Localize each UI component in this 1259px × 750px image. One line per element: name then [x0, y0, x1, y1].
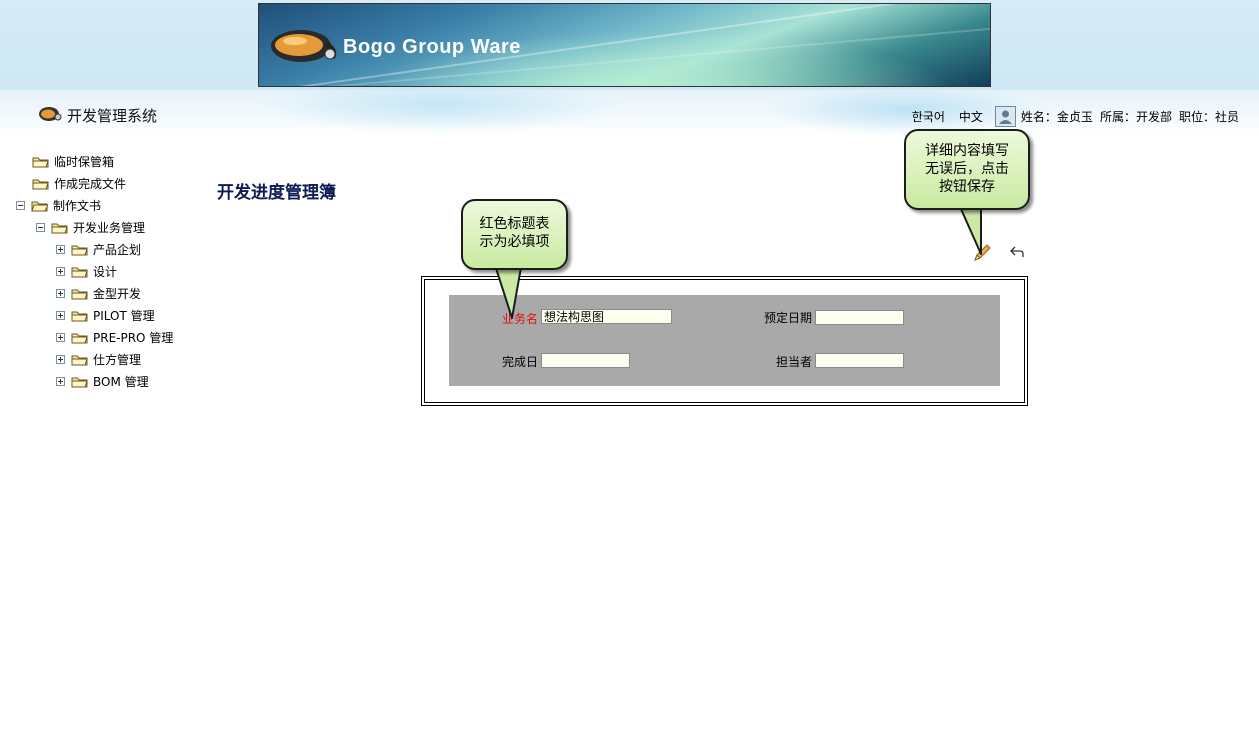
callout-bubble: 红色标题表 示为必填项 — [461, 199, 568, 270]
tree-item-label: 产品企划 — [93, 243, 142, 257]
folder-icon — [71, 311, 88, 322]
tree-item-design[interactable]: 设计 — [56, 263, 117, 280]
goggles-logo-icon — [271, 30, 337, 62]
completion-date-input[interactable] — [541, 353, 630, 368]
tree-item-completed-docs[interactable]: 作成完成文件 — [32, 175, 126, 192]
expand-toggle-icon[interactable] — [56, 267, 65, 276]
folder-icon — [32, 157, 49, 168]
expand-toggle-icon[interactable] — [56, 289, 65, 298]
tree-item-spec[interactable]: 仕方管理 — [56, 351, 141, 368]
planned-date-label: 预定日期 — [763, 311, 812, 325]
form-panel — [449, 295, 1000, 386]
callout-tail — [493, 262, 523, 319]
collapse-toggle-icon[interactable] — [16, 201, 25, 210]
back-arrow-icon[interactable] — [1010, 246, 1024, 258]
folder-icon — [71, 245, 88, 256]
expand-toggle-icon[interactable] — [56, 377, 65, 386]
folder-icon — [71, 333, 88, 344]
system-title: 开发管理系统 — [67, 107, 158, 125]
tree-item-pre-pro[interactable]: PRE-PRO 管理 — [56, 329, 173, 346]
name-label: 姓名： — [1020, 110, 1057, 124]
tree-item-label: 开发业务管理 — [73, 221, 146, 235]
callout-line: 红色标题表 — [479, 216, 550, 232]
callout-line: 按钮保存 — [939, 179, 995, 195]
callout-line: 无误后，点击 — [925, 161, 1009, 177]
planned-date-input[interactable] — [815, 310, 904, 325]
tree-item-label: 设计 — [93, 265, 118, 279]
tree-item-temp-storage[interactable]: 临时保管箱 — [32, 153, 114, 170]
dept-value: 开发部 — [1135, 110, 1172, 124]
expand-toggle-icon[interactable] — [56, 311, 65, 320]
user-info-bar: 한국어 中文 姓名： 金贞玉 所属： 开发部 职位： 社员 — [912, 106, 1239, 127]
folder-icon — [71, 377, 88, 388]
tree-item-mold-dev[interactable]: 金型开发 — [56, 285, 141, 302]
collapse-toggle-icon[interactable] — [36, 223, 45, 232]
folder-icon — [71, 355, 88, 366]
tree-item-label: 仕方管理 — [93, 353, 142, 367]
banner: Bogo Group Ware — [258, 3, 991, 87]
tree-item-label: PRE-PRO 管理 — [93, 331, 174, 345]
callout-line: 详细内容填写 — [925, 143, 1009, 159]
tree-item-label: 金型开发 — [93, 287, 142, 301]
expand-toggle-icon[interactable] — [56, 333, 65, 342]
tree-item-label: BOM 管理 — [93, 375, 149, 389]
page-title: 开发进度管理簿 — [217, 183, 336, 203]
tree-item-create-docs[interactable]: 制作文书 — [16, 197, 101, 214]
tree-item-label: PILOT 管理 — [93, 309, 155, 323]
position-value: 社员 — [1214, 110, 1239, 124]
tree-item-dev-business[interactable]: 开发业务管理 — [36, 219, 145, 236]
completion-date-label: 完成日 — [501, 355, 538, 369]
goggles-icon — [39, 107, 62, 121]
tree-item-product-planning[interactable]: 产品企划 — [56, 241, 141, 258]
name-value: 金贞玉 — [1056, 110, 1093, 124]
lang-korean-link[interactable]: 한국어 — [912, 108, 945, 125]
tree-item-label: 作成完成文件 — [54, 177, 127, 191]
banner-title: Bogo Group Ware — [343, 36, 521, 58]
folder-icon — [32, 179, 49, 190]
open-folder-icon — [31, 201, 48, 212]
user-avatar-icon — [994, 106, 1016, 127]
lang-chinese-link[interactable]: 中文 — [959, 108, 983, 125]
position-label: 职位： — [1178, 110, 1215, 124]
callout-line: 示为必填项 — [479, 234, 550, 250]
tree-item-label: 制作文书 — [53, 199, 102, 213]
folder-icon — [71, 267, 88, 278]
tree-item-label: 临时保管箱 — [54, 155, 115, 169]
callout-bubble: 详细内容填写 无误后，点击 按钮保存 — [904, 129, 1030, 210]
folder-icon — [51, 223, 68, 234]
expand-toggle-icon[interactable] — [56, 245, 65, 254]
dept-label: 所属： — [1099, 110, 1136, 124]
tree-item-bom[interactable]: BOM 管理 — [56, 373, 149, 390]
folder-icon — [71, 289, 88, 300]
assignee-label: 担当者 — [775, 355, 812, 369]
tree-item-pilot[interactable]: PILOT 管理 — [56, 307, 155, 324]
expand-toggle-icon[interactable] — [56, 355, 65, 364]
assignee-input[interactable] — [815, 353, 904, 368]
task-name-input[interactable] — [541, 309, 672, 324]
